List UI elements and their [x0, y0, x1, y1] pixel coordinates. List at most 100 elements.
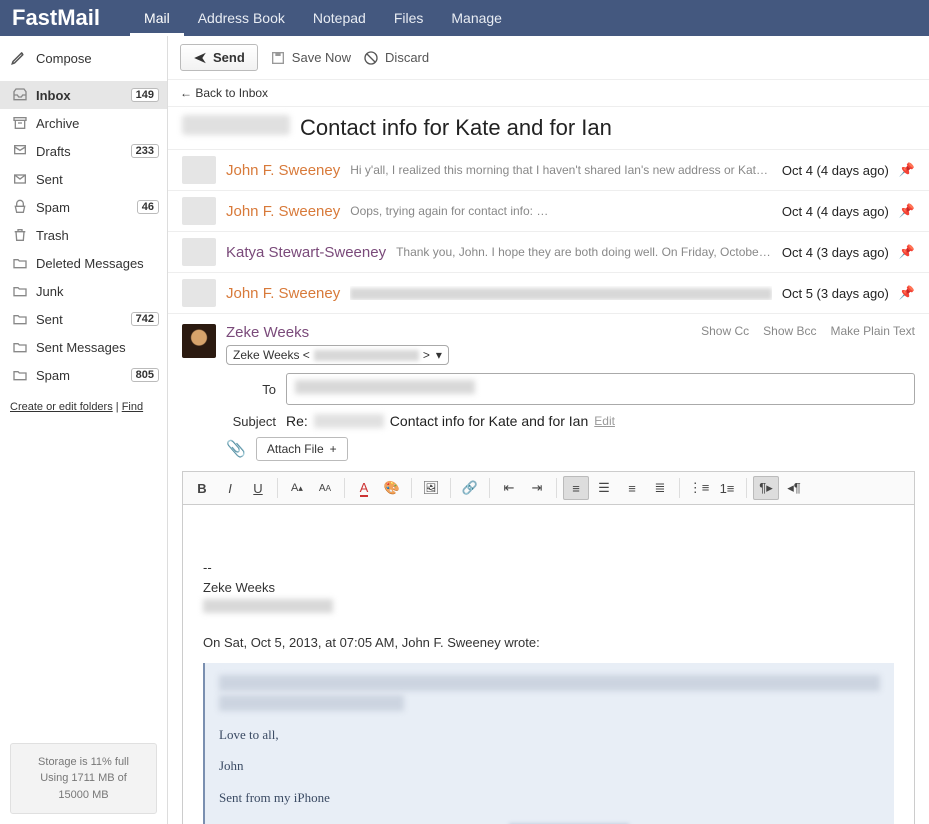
editor-body[interactable]: -- Zeke Weeks On Sat, Oct 5, 2013, at 07… — [182, 504, 915, 824]
align-justify-button[interactable]: ≣ — [647, 476, 673, 500]
italic-button[interactable]: I — [217, 476, 243, 500]
topnav-files[interactable]: Files — [380, 0, 438, 36]
folder-spam[interactable]: Spam46 — [0, 193, 167, 221]
ordered-list-button[interactable]: 1≡ — [714, 476, 740, 500]
from-name: Zeke Weeks — [226, 324, 691, 341]
redacted-signature — [203, 599, 333, 613]
indent-button[interactable]: ⇥ — [524, 476, 550, 500]
compose-area: Zeke Weeks Zeke Weeks < > ▾ Show Cc Show… — [168, 314, 929, 824]
editor-toolbar: B I U A▴ AA A 🎨 🖼 🔗 ⇤ ⇥ ≡ ☰ ≡ ≣ — [182, 471, 915, 504]
text-color-button[interactable]: A — [351, 476, 377, 500]
thread-title: Contact info for Kate and for Ian — [300, 115, 612, 141]
message-sender: John F. Sweeney — [226, 285, 340, 302]
folder-junk[interactable]: Junk — [0, 277, 167, 305]
folder-sent-messages[interactable]: Sent Messages — [0, 333, 167, 361]
folder-sent[interactable]: Sent — [0, 165, 167, 193]
font-size-up-button[interactable]: A▴ — [284, 476, 310, 500]
send-icon — [193, 51, 207, 65]
image-button[interactable]: 🖼 — [418, 476, 444, 500]
thread-message[interactable]: John F. SweeneyHi y'all, I realized this… — [168, 150, 929, 191]
compose-toolbar: Send Save Now Discard — [168, 36, 929, 80]
outdent-button[interactable]: ⇤ — [496, 476, 522, 500]
folder-archive[interactable]: Archive — [0, 109, 167, 137]
pin-icon[interactable]: 📌 — [899, 244, 915, 260]
message-date: Oct 4 (4 days ago) — [782, 204, 889, 219]
pin-icon[interactable]: 📌 — [899, 285, 915, 301]
ltr-button[interactable]: ¶▸ — [753, 476, 779, 500]
folder-drafts[interactable]: Drafts233 — [0, 137, 167, 165]
attach-file-button[interactable]: Attach File + — [256, 437, 348, 461]
plain-text-link[interactable]: Make Plain Text — [831, 324, 916, 338]
bold-button[interactable]: B — [189, 476, 215, 500]
to-input[interactable] — [286, 373, 915, 405]
folder-count: 805 — [131, 368, 159, 382]
folder-count: 149 — [131, 88, 159, 102]
compose-label: Compose — [36, 51, 92, 66]
font-size-down-button[interactable]: AA — [312, 476, 338, 500]
pencil-icon — [10, 48, 28, 69]
back-to-inbox-link[interactable]: ← Back to Inbox — [180, 86, 268, 100]
align-left-button[interactable]: ≡ — [563, 476, 589, 500]
redacted-subject-prefix — [314, 414, 384, 428]
save-icon — [270, 50, 286, 66]
unordered-list-button[interactable]: ⋮≡ — [686, 476, 712, 500]
avatar-placeholder — [182, 156, 216, 184]
avatar-placeholder — [182, 197, 216, 225]
archive-icon — [10, 115, 30, 131]
topnav-mail[interactable]: Mail — [130, 0, 184, 36]
show-cc-link[interactable]: Show Cc — [701, 324, 749, 338]
quote-attribution: On Sat, Oct 5, 2013, at 07:05 AM, John F… — [203, 633, 894, 653]
to-label: To — [226, 382, 276, 397]
folder-deleted-messages[interactable]: Deleted Messages — [0, 249, 167, 277]
pin-icon[interactable]: 📌 — [899, 162, 915, 178]
compose-options: Show Cc Show Bcc Make Plain Text — [701, 324, 915, 338]
thread-message[interactable]: John F. Sweeney Oops, trying again for co… — [168, 191, 929, 232]
rtl-button[interactable]: ◂¶ — [781, 476, 807, 500]
redacted-to — [295, 380, 475, 394]
save-now-button[interactable]: Save Now — [270, 50, 351, 66]
drafts-icon — [10, 143, 30, 159]
message-sender: John F. Sweeney — [226, 203, 340, 220]
message-preview: Hi y'all, I realized this morning that I… — [350, 163, 772, 177]
folder-count: 233 — [131, 144, 159, 158]
from-selector[interactable]: Zeke Weeks < > ▾ — [226, 345, 449, 365]
spam-icon — [10, 199, 30, 215]
compose-button[interactable]: Compose — [0, 36, 167, 81]
folder-icon — [10, 367, 30, 383]
topnav-address-book[interactable]: Address Book — [184, 0, 299, 36]
highlight-button[interactable]: 🎨 — [379, 476, 405, 500]
folder-icon — [10, 339, 30, 355]
thread-message[interactable]: Katya Stewart-SweeneyThank you, John. I … — [168, 232, 929, 273]
folder-spam[interactable]: Spam805 — [0, 361, 167, 389]
folder-icon — [10, 311, 30, 327]
top-bar: FastMail MailAddress BookNotepadFilesMan… — [0, 0, 929, 36]
show-bcc-link[interactable]: Show Bcc — [763, 324, 816, 338]
pin-icon[interactable]: 📌 — [899, 203, 915, 219]
topnav-notepad[interactable]: Notepad — [299, 0, 380, 36]
redacted-quoted-text — [219, 695, 404, 711]
thread-message[interactable]: John F. Sweeney Oct 5 (3 days ago) 📌 — [168, 273, 929, 314]
discard-button[interactable]: Discard — [363, 50, 429, 66]
folder-sent[interactable]: Sent742 — [0, 305, 167, 333]
align-right-button[interactable]: ≡ — [619, 476, 645, 500]
message-date: Oct 5 (3 days ago) — [782, 286, 889, 301]
topnav-manage[interactable]: Manage — [437, 0, 516, 36]
folder-inbox[interactable]: Inbox149 — [0, 81, 167, 109]
folder-trash[interactable]: Trash — [0, 221, 167, 249]
message-preview: Oops, trying again for contact info: — [350, 204, 772, 218]
send-button[interactable]: Send — [180, 44, 258, 71]
message-preview: Thank you, John. I hope they are both do… — [396, 245, 772, 259]
folder-list: Inbox149ArchiveDrafts233SentSpam46TrashD… — [0, 81, 167, 391]
avatar-placeholder — [182, 238, 216, 266]
align-center-button[interactable]: ☰ — [591, 476, 617, 500]
folder-count: 742 — [131, 312, 159, 326]
subject-value: Re: Contact info for Kate and for Ian Ed… — [286, 413, 615, 429]
paperclip-icon: 📎 — [226, 439, 246, 459]
avatar — [182, 324, 216, 358]
underline-button[interactable]: U — [245, 476, 271, 500]
main-panel: Send Save Now Discard ← Back to Inbox Co… — [168, 36, 929, 824]
link-button[interactable]: 🔗 — [457, 476, 483, 500]
create-folders-link[interactable]: Create or edit folders — [10, 401, 113, 413]
find-link[interactable]: Find — [122, 401, 143, 413]
edit-subject-link[interactable]: Edit — [594, 414, 615, 428]
